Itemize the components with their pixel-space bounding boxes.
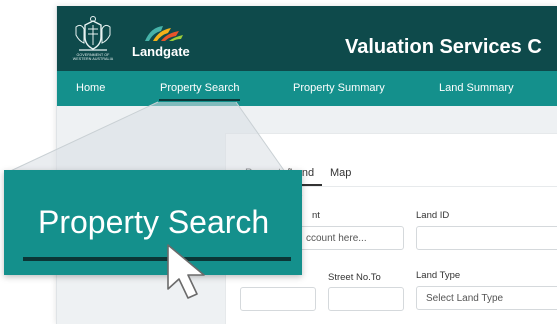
nav-home[interactable]: Home	[76, 82, 105, 94]
land-id-label: Land ID	[416, 210, 450, 221]
wa-government-crest: GOVERNMENT OF WESTERN AUSTRALIA	[71, 15, 115, 65]
app-title: Valuation Services C	[345, 36, 542, 58]
zoom-callout: Property Search	[4, 170, 302, 275]
street-no-to-label: Street No.To	[328, 272, 381, 283]
main-nav: Home Property Search Property Summary La…	[57, 71, 557, 106]
crest-icon	[75, 16, 111, 51]
land-type-select[interactable]: Select Land Type	[416, 286, 557, 310]
land-type-label: Land Type	[416, 270, 461, 281]
account-input[interactable]: ccount here...	[296, 226, 404, 250]
land-id-input[interactable]	[416, 226, 557, 250]
header: GOVERNMENT OF WESTERN AUSTRALIA Landgate…	[57, 6, 557, 71]
crest-caption: GOVERNMENT OF WESTERN AUSTRALIA	[72, 53, 114, 62]
account-label: nt	[312, 210, 320, 221]
street-no-to-input[interactable]	[328, 287, 404, 311]
nav-land-summary[interactable]: Land Summary	[439, 82, 514, 94]
app-window: GOVERNMENT OF WESTERN AUSTRALIA Landgate…	[56, 6, 557, 324]
landgate-logo-icon	[145, 26, 183, 41]
nav-property-search[interactable]: Property Search	[160, 82, 239, 94]
nav-property-summary[interactable]: Property Summary	[293, 82, 385, 94]
nav-active-indicator	[159, 99, 240, 101]
mouse-pointer-icon	[167, 244, 205, 299]
zoom-callout-label: Property Search	[38, 204, 270, 240]
street-no-from-input[interactable]	[240, 287, 316, 311]
tab-map[interactable]: Map	[330, 167, 351, 179]
zoom-callout-underline	[23, 257, 291, 261]
brand-name: Landgate	[132, 44, 190, 59]
